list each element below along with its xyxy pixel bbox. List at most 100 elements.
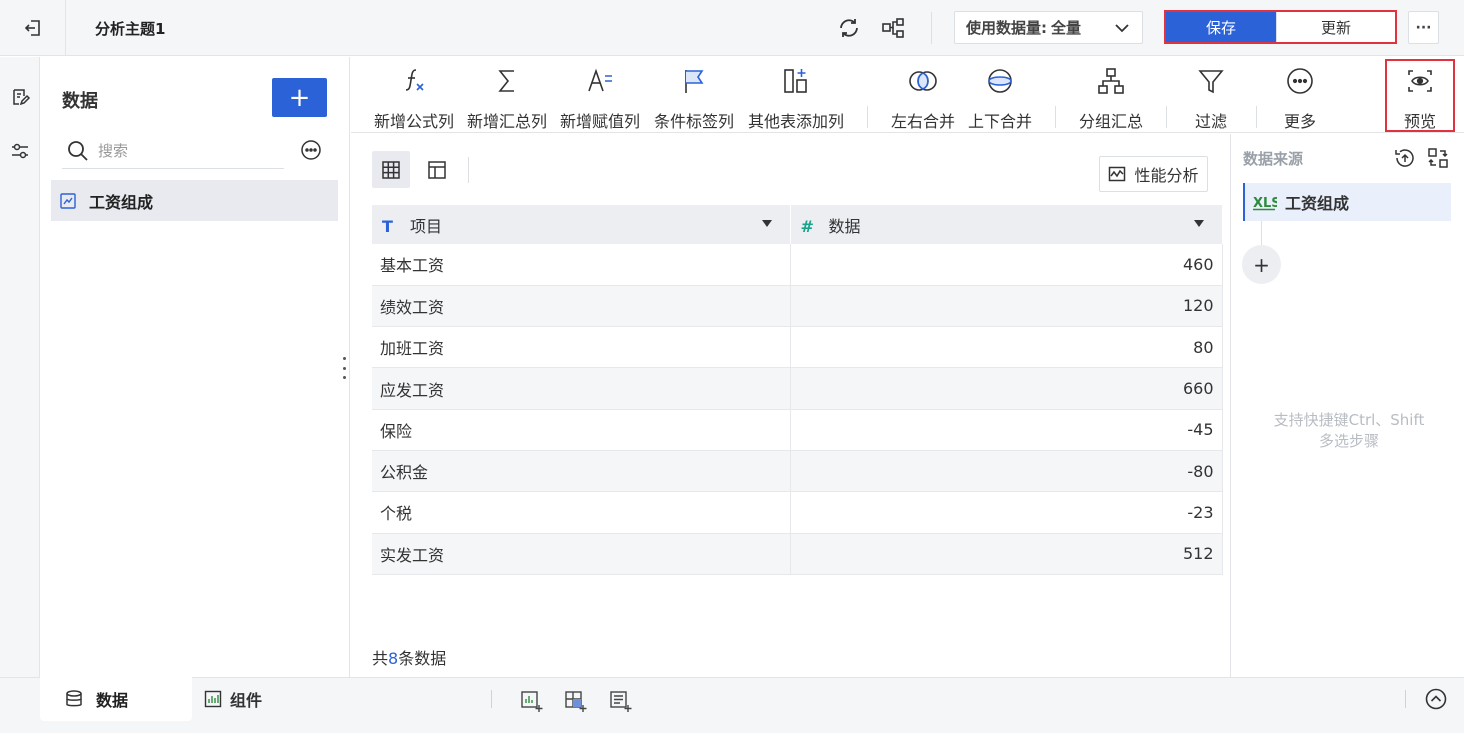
save-update-group: 保存 更新 [1164,10,1397,44]
add-chart-icon [521,691,543,712]
data-amount-select[interactable]: 使用数据量: 全量 [954,11,1143,44]
grid-icon [382,160,400,179]
table-row: 加班工资 80 [372,326,1223,369]
layout-view-button[interactable] [418,151,456,188]
grid-view-button[interactable] [372,151,410,188]
cell-item[interactable]: 个税 [372,491,791,534]
add-assign-column-button[interactable]: 新增赋值列 [558,66,642,131]
history-button[interactable] [1393,146,1417,170]
tree-item[interactable]: 工资组成 [51,180,338,221]
toolbar-divider [1166,106,1167,128]
preview-button[interactable]: 预览 [1394,66,1446,131]
cell-value[interactable]: 512 [790,533,1223,575]
switch-source-button[interactable] [1426,146,1450,170]
pulse-chart-icon [1109,166,1126,182]
tab-component-label: 组件 [230,691,263,710]
tool-label: 过滤 [1194,112,1227,131]
table-row: 基本工资 460 [372,244,1223,286]
performance-analysis-button[interactable]: 性能分析 [1099,156,1208,192]
data-table: T 项目 # 数据 基本工资 460 绩效工资 120 加班工资 80 应发工资 660 保… [372,205,1223,575]
column-header-data[interactable]: # 数据 [790,205,1223,244]
add-formula-column-button[interactable]: 新增公式列 [372,66,456,131]
cell-item[interactable]: 应发工资 [372,367,791,410]
row-count-prefix: 共 [372,649,389,668]
refresh-button[interactable] [836,15,862,41]
analysis-table-icon [60,192,76,209]
cell-value[interactable]: -45 [790,409,1223,451]
add-dashboard-button[interactable] [563,689,587,713]
cell-value[interactable]: 120 [790,285,1223,328]
conditional-label-column-button[interactable]: 条件标签列 [652,66,736,131]
cell-value[interactable]: 80 [790,326,1223,369]
swap-icon [1428,148,1448,168]
left-right-merge-button[interactable]: 左右合并 [889,66,957,131]
row-count-number: 8 [388,649,399,668]
table-row: 实发工资 512 [372,533,1223,575]
more-tools-button[interactable]: 更多 [1274,66,1326,131]
table-row: 个税 -23 [372,491,1223,534]
tab-data[interactable]: 数据 [40,677,192,721]
venn-icon [909,71,937,91]
search-more-button[interactable] [299,138,323,162]
update-button[interactable]: 更新 [1276,12,1395,42]
stack-merge-icon [988,69,1012,93]
add-column-from-other-table-button[interactable]: 其他表添加列 [746,66,846,131]
group-summary-button[interactable]: 分组汇总 [1077,66,1145,131]
cell-item[interactable]: 基本工资 [372,244,791,286]
row-count-suffix: 条数据 [398,649,447,668]
add-dashboard-icon [565,691,587,712]
collapse-button[interactable] [1425,688,1447,710]
save-button[interactable]: 保存 [1166,12,1276,42]
tool-label: 更多 [1283,112,1316,131]
panel-resize-handle[interactable] [340,357,348,379]
divider [1405,690,1406,708]
tool-label: 分组汇总 [1078,112,1143,131]
rail-data-button[interactable] [0,70,40,124]
divider [468,157,469,183]
cell-value[interactable]: 460 [790,244,1223,286]
cell-value[interactable]: -80 [790,450,1223,493]
toolbar-divider [867,106,868,128]
table-header-row: T 项目 # 数据 [372,205,1223,244]
refresh-icon [840,19,858,37]
source-panel-title: 数据来源 [1243,150,1304,168]
exit-button[interactable] [0,0,66,56]
database-icon [66,690,82,707]
cell-item[interactable]: 公积金 [372,450,791,493]
column-header-item[interactable]: T 项目 [372,205,791,244]
tool-label: 上下合并 [967,112,1032,131]
source-item-label: 工资组成 [1285,194,1350,213]
add-step-button[interactable]: + [1242,245,1281,284]
add-chart-component-button[interactable] [519,689,543,713]
cell-item[interactable]: 保险 [372,409,791,451]
source-item[interactable]: XLS 工资组成 [1243,183,1451,221]
tab-component[interactable]: 组件 [204,684,262,714]
more-menu-button[interactable]: ··· [1408,11,1439,44]
caret-down-icon[interactable] [761,220,772,227]
lineage-button[interactable] [880,15,906,41]
tool-label: 预览 [1403,112,1436,131]
sigma-icon [498,70,514,92]
add-summary-column-button[interactable]: 新增汇总列 [465,66,549,131]
assign-icon [588,68,612,92]
cell-value[interactable]: 660 [790,367,1223,410]
shortcut-hint-line: 支持快捷键Ctrl、Shift [1273,411,1425,429]
top-bottom-merge-button[interactable]: 上下合并 [966,66,1034,131]
cell-item[interactable]: 实发工资 [372,533,791,575]
search-input[interactable] [98,141,278,160]
cell-item[interactable]: 绩效工资 [372,285,791,328]
cell-value[interactable]: -23 [790,491,1223,534]
tool-label: 左右合并 [890,112,955,131]
add-report-button[interactable] [608,689,632,713]
toolbar-divider [1055,106,1056,128]
caret-down-icon[interactable] [1193,220,1204,227]
component-chart-icon [204,690,222,708]
table-row: 绩效工资 120 [372,285,1223,328]
add-data-button[interactable]: + [272,78,327,117]
rail-settings-button[interactable] [0,126,40,176]
chevron-down-icon [1115,24,1129,33]
panel-title: 数据 [62,91,98,112]
lineage-icon [882,18,904,38]
cell-item[interactable]: 加班工资 [372,326,791,369]
filter-button[interactable]: 过滤 [1185,66,1237,131]
